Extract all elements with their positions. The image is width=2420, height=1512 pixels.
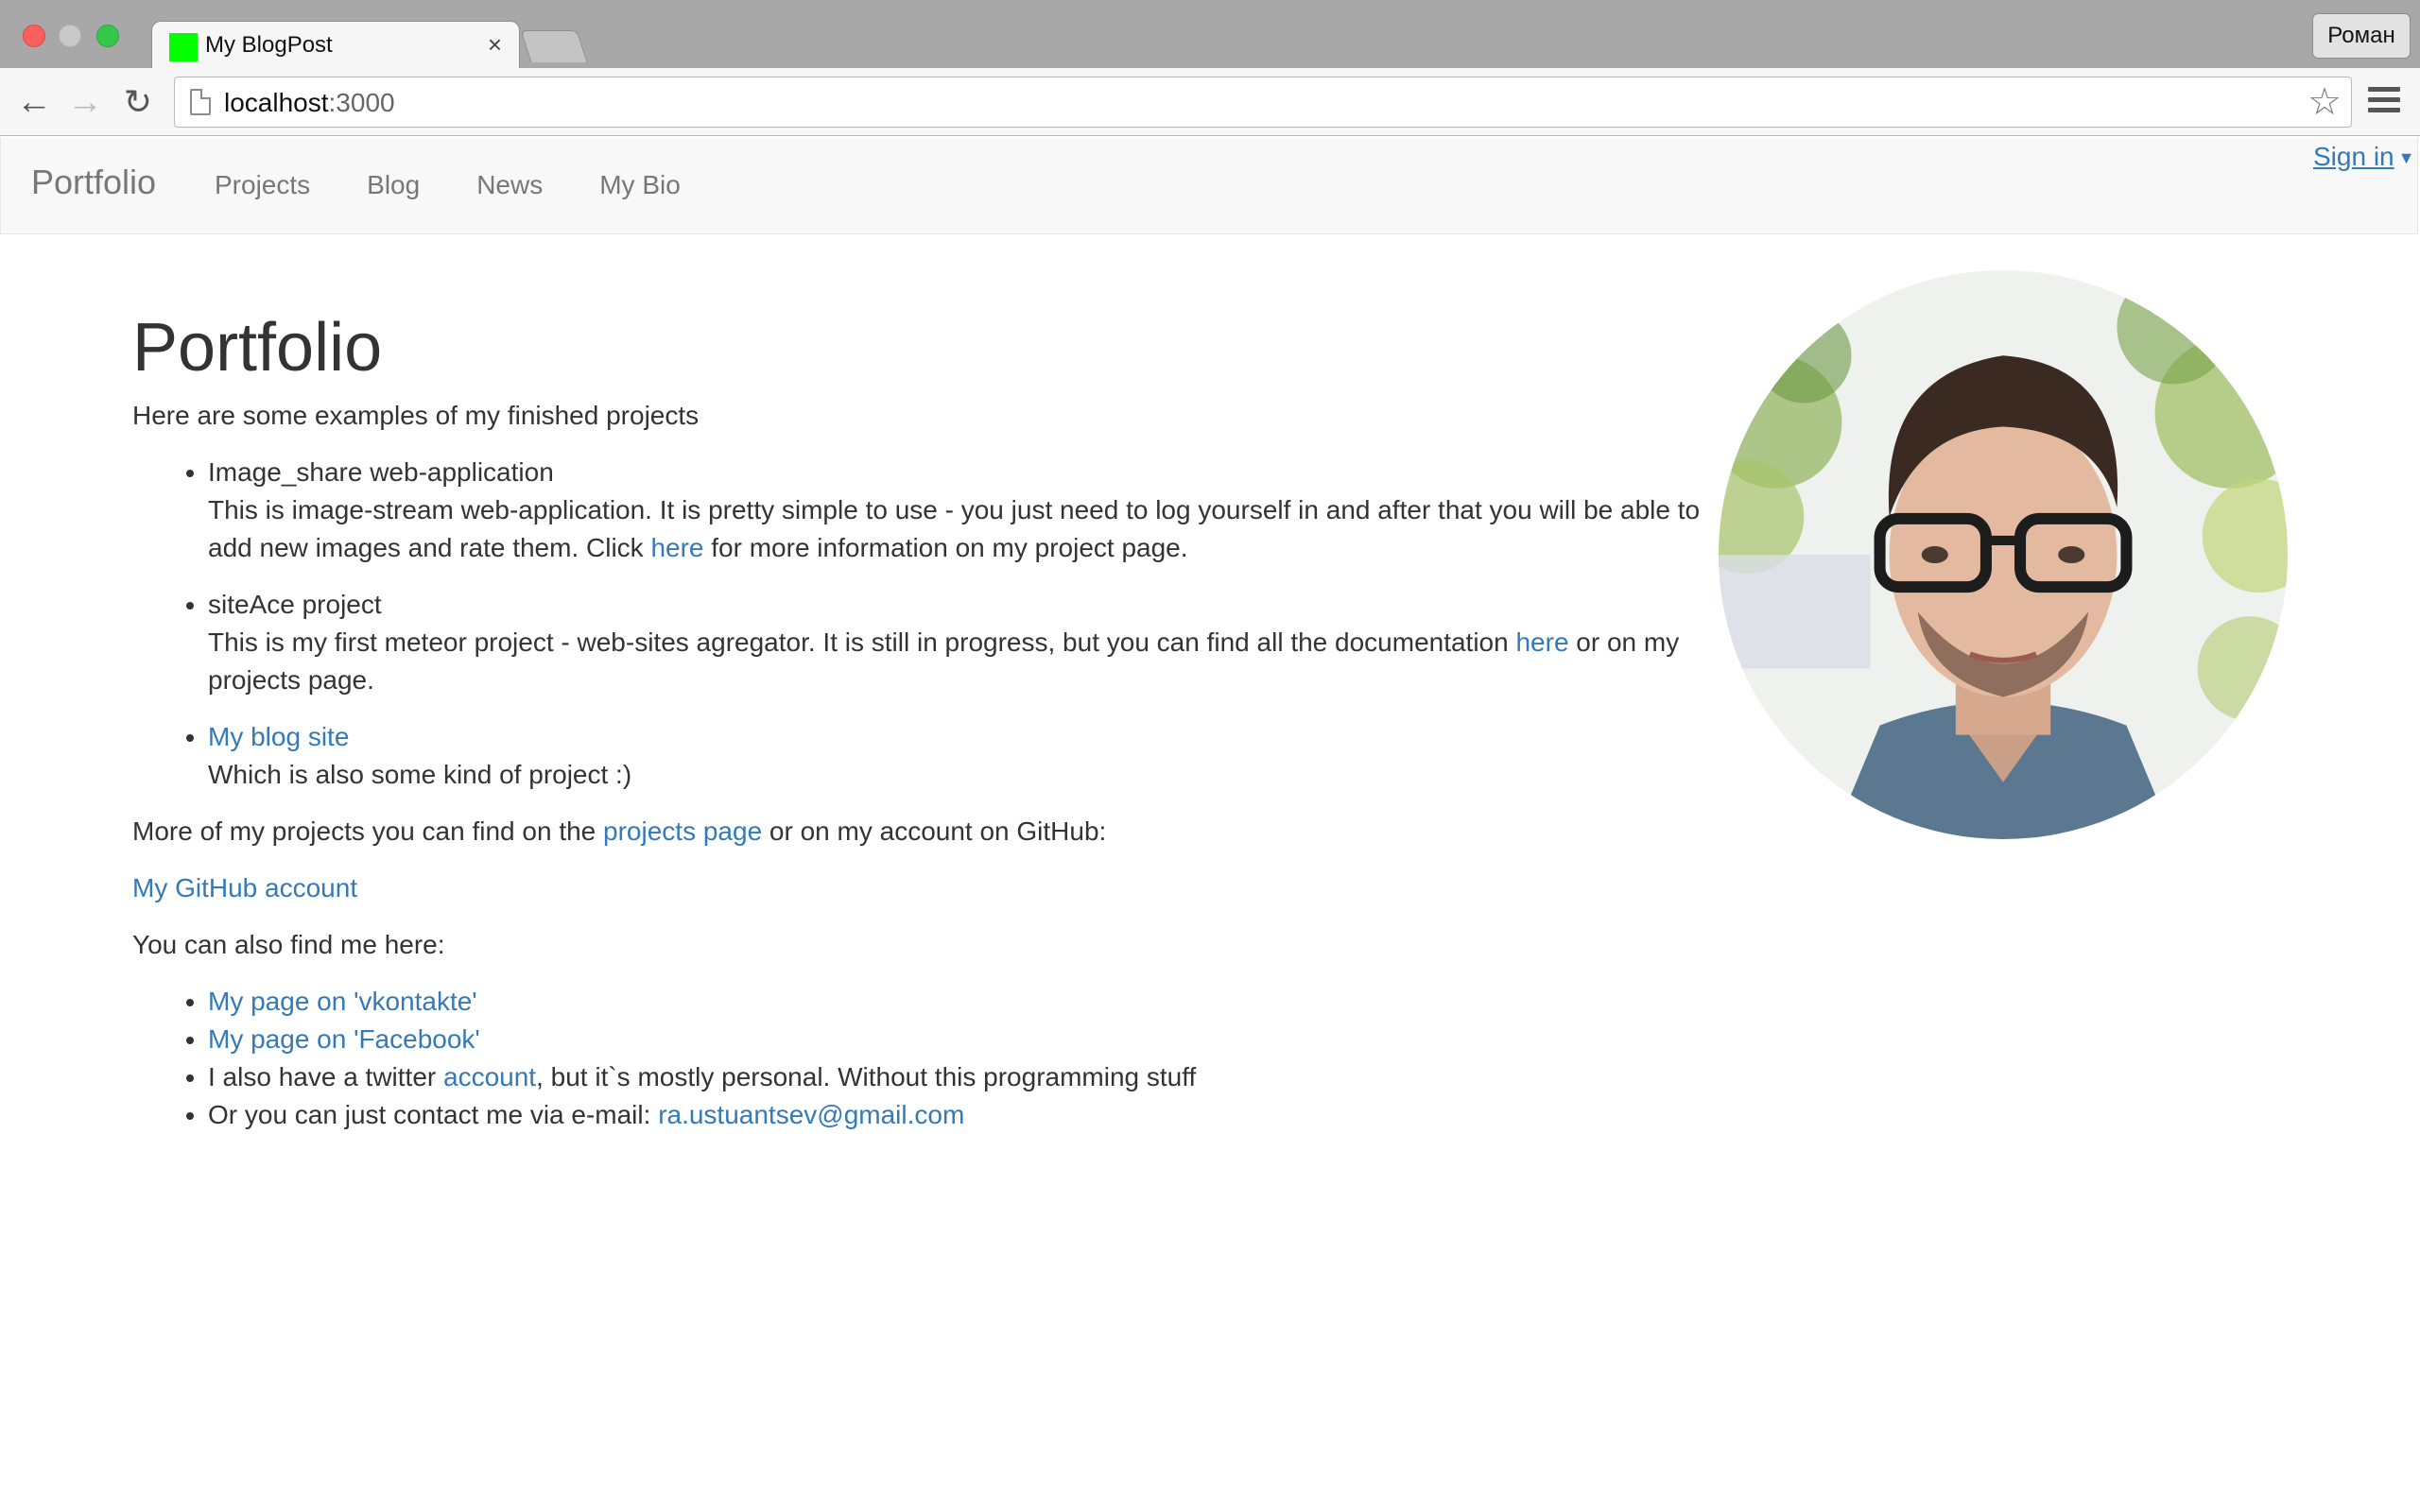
facebook-link[interactable]: My page on 'Facebook' [208,1024,480,1054]
project-item-image-share: Image_share web-application This is imag… [208,454,1720,567]
bookmark-star-icon[interactable]: ☆ [2308,81,2342,123]
project-desc: Which is also some kind of project :) [208,760,632,789]
project-here-link[interactable]: here [650,533,703,562]
profile-button[interactable]: Роман [2312,13,2411,59]
back-arrow-icon[interactable]: ← [13,81,55,123]
projects-list: Image_share web-application This is imag… [208,454,1720,794]
github-account-link[interactable]: My GitHub account [132,873,357,902]
tab-title: My BlogPost [205,32,333,58]
navbar-brand[interactable]: Portfolio [31,163,156,202]
email-text: Or you can just contact me via e-mail: [208,1100,659,1129]
url-port: :3000 [328,88,395,117]
close-tab-icon[interactable]: × [488,30,502,59]
nav-link-blog[interactable]: Blog [367,170,420,200]
main-content: Portfolio Here are some examples of my f… [132,234,1720,1134]
twitter-account-link[interactable]: account [443,1062,536,1091]
project-desc: This is my first meteor project - web-si… [208,627,1516,657]
address-bar[interactable]: localhost:3000 ☆ [174,77,2352,128]
sign-in-dropdown[interactable]: Sign in ▼ [2313,142,2414,172]
project-name: Image_share web-application [208,457,554,487]
forward-arrow-icon[interactable]: → [64,81,106,123]
close-window-button[interactable] [23,25,45,47]
maximize-window-button[interactable] [96,25,119,47]
vkontakte-link[interactable]: My page on 'vkontakte' [208,987,477,1016]
more-text-end: or on my account on GitHub: [762,816,1107,846]
find-me-text: You can also find me here: [132,930,445,959]
email-link[interactable]: ra.ustuantsev@gmail.com [658,1100,964,1129]
reload-icon[interactable]: ↻ [117,81,159,123]
blog-site-link[interactable]: My blog site [208,722,349,751]
project-name: siteAce project [208,590,382,619]
profile-avatar [1719,270,2288,839]
contact-item-email: Or you can just contact me via e-mail: r… [208,1096,1720,1134]
nav-link-news[interactable]: News [476,170,543,200]
project-item-siteace: siteAce project This is my first meteor … [208,586,1720,699]
browser-tab[interactable]: My BlogPost × [151,21,520,68]
browser-toolbar: ← → ↻ localhost:3000 ☆ [0,68,2420,136]
minimize-window-button[interactable] [59,25,81,47]
nav-link-projects[interactable]: Projects [215,170,310,200]
sign-in-label: Sign in [2313,142,2394,171]
twitter-text-end: , but it`s mostly personal. Without this… [536,1062,1197,1091]
page-title: Portfolio [132,310,383,386]
intro-text: Here are some examples of my finished pr… [132,401,700,430]
project-item-blog: My blog site Which is also some kind of … [208,718,1720,794]
more-projects-text: More of my projects you can find on the … [132,813,1720,850]
browser-menu-icon[interactable] [2368,87,2400,117]
avatar-portrait-image [1719,270,2288,839]
favicon-icon [169,33,198,61]
new-tab-button[interactable] [520,30,588,62]
site-navbar: Portfolio Projects Blog News My Bio Sign… [0,138,2418,234]
url-host: localhost [224,88,329,117]
caret-down-icon: ▼ [2397,148,2415,168]
browser-titlebar: My BlogPost × Роман [0,0,2420,68]
page-icon [190,89,211,115]
documentation-here-link[interactable]: here [1515,627,1568,657]
more-text-start: More of my projects you can find on the [132,816,604,846]
twitter-text: I also have a twitter [208,1062,444,1091]
project-desc-end: for more information on my project page. [703,533,1188,562]
github-paragraph: My GitHub account [132,869,1720,907]
navbar-links: Projects Blog News My Bio [215,170,737,200]
contact-item-vk: My page on 'vkontakte' [208,983,1720,1021]
nav-link-my-bio[interactable]: My Bio [599,170,681,200]
contacts-list: My page on 'vkontakte' My page on 'Faceb… [208,983,1720,1134]
contact-item-twitter: I also have a twitter account, but it`s … [208,1058,1720,1096]
contact-item-facebook: My page on 'Facebook' [208,1021,1720,1058]
url-text[interactable]: localhost:3000 [224,88,395,118]
projects-page-link[interactable]: projects page [603,816,762,846]
